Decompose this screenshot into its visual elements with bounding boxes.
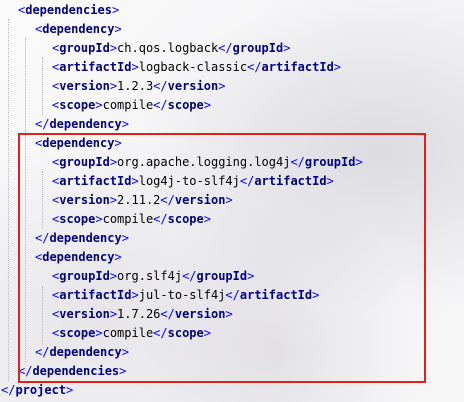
code-line[interactable]: <dependency> [35,20,122,39]
close-bracket: > [111,3,120,17]
indent-guide [42,57,43,115]
tag-value: compile [102,98,154,112]
close-bracket: > [114,22,122,36]
highlight-box [18,133,426,383]
tag-value: logback-classic [138,60,248,74]
code-line[interactable]: </project> [1,381,73,400]
close-bracket: > [66,383,74,397]
close-bracket: > [109,79,118,93]
code-line[interactable]: <dependencies> [18,1,119,20]
close-bracket: > [283,41,291,55]
close-bracket: > [203,98,211,112]
tag-name: dependencies [25,3,112,17]
close-bracket: > [95,98,103,112]
indent-guide [8,19,9,381]
close-bracket: > [333,60,342,74]
tag-name: dependency [49,117,122,131]
open-bracket: </ [35,117,50,131]
code-line[interactable]: </dependency> [35,115,129,134]
open-bracket: </ [153,79,168,93]
close-bracket: > [131,60,139,74]
open-bracket: </ [153,98,168,112]
code-line[interactable]: <artifactId>logback-classic</artifactId> [52,58,341,77]
code-line[interactable]: <groupId>ch.qos.logback</groupId> [52,39,290,58]
close-bracket: > [109,41,118,55]
code-line[interactable]: <scope>compile</scope> [52,96,211,115]
tag-name: artifactId [59,60,132,74]
tag-name: scope [59,98,96,112]
code-line[interactable]: <version>1.2.3</version> [52,77,225,96]
tag-name: scope [167,98,204,112]
tag-name: project [15,383,67,397]
close-bracket: > [121,117,129,131]
tag-name: groupId [232,41,284,55]
tag-name: version [167,79,219,93]
tag-value: 1.2.3 [117,79,154,93]
open-bracket: </ [1,383,16,397]
open-bracket: </ [247,60,262,74]
tag-value: ch.qos.logback [117,41,219,55]
close-bracket: > [218,79,226,93]
tag-name: groupId [59,41,110,55]
tag-name: version [59,79,110,93]
tag-name: artifactId [261,60,334,74]
open-bracket: </ [218,41,233,55]
tag-name: dependency [42,22,115,36]
